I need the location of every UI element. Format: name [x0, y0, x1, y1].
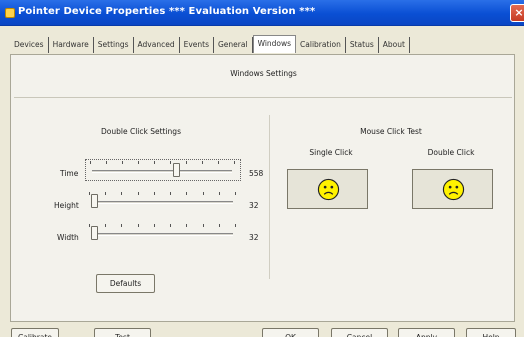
slider-tick [186, 224, 188, 227]
time-label: Time [60, 169, 79, 178]
tab-windows[interactable]: Windows [252, 35, 297, 53]
tab-hardware[interactable]: Hardware [49, 37, 94, 53]
tab-about[interactable]: About [379, 37, 410, 53]
slider-tick [202, 161, 203, 164]
tab-advanced[interactable]: Advanced [134, 37, 180, 53]
title-divider [14, 97, 512, 98]
slider-tick [153, 224, 155, 227]
slider-tick [218, 161, 219, 164]
slider-tick [138, 161, 139, 164]
width-slider-track [91, 233, 233, 236]
defaults-button[interactable]: Defaults [96, 274, 155, 293]
frown-face-icon [442, 178, 465, 201]
slider-tick [170, 161, 171, 164]
slider-tick [218, 192, 220, 195]
slider-tick [153, 192, 155, 195]
slider-tick [137, 224, 139, 227]
frown-face-icon [317, 178, 340, 201]
slider-tick [89, 224, 90, 227]
height-slider-track [91, 201, 233, 204]
time-slider[interactable] [85, 159, 241, 181]
height-value: 32 [249, 201, 259, 210]
page-title: Windows Settings [230, 69, 297, 78]
width-slider-ticks [89, 224, 236, 227]
slider-tick [202, 224, 204, 227]
tab-strip: Devices Hardware Settings Advanced Event… [10, 35, 515, 53]
slider-tick [234, 161, 235, 164]
tab-status[interactable]: Status [346, 37, 379, 53]
slider-tick [90, 161, 91, 164]
time-slider-track [92, 170, 232, 173]
tab-events[interactable]: Events [180, 37, 214, 53]
tab-devices[interactable]: Devices [10, 37, 49, 53]
slider-tick [122, 161, 123, 164]
slider-tick [121, 224, 123, 227]
slider-tick [186, 161, 187, 164]
mouse-click-test-title: Mouse Click Test [360, 127, 422, 136]
tab-general[interactable]: General [214, 37, 253, 53]
time-slider-ticks [90, 161, 235, 164]
width-value: 32 [249, 233, 259, 242]
single-click-label: Single Click [309, 148, 353, 157]
height-label: Height [54, 201, 79, 210]
slider-tick [235, 192, 236, 195]
cancel-button[interactable]: Cancel [331, 328, 388, 337]
slider-tick [137, 192, 139, 195]
slider-tick [105, 224, 107, 227]
tab-calibration[interactable]: Calibration [296, 37, 346, 53]
window-title: Pointer Device Properties *** Evaluation… [18, 6, 316, 17]
slider-tick [186, 192, 188, 195]
slider-tick [106, 161, 107, 164]
width-label: Width [57, 233, 79, 242]
title-bar: Pointer Device Properties *** Evaluation… [0, 0, 524, 26]
ok-button[interactable]: OK [262, 328, 319, 337]
width-slider[interactable] [85, 223, 241, 245]
slider-tick [170, 192, 172, 195]
help-button[interactable]: Help [466, 328, 516, 337]
slider-tick [170, 224, 172, 227]
slider-tick [202, 192, 204, 195]
slider-tick [218, 224, 220, 227]
slider-tick [121, 192, 123, 195]
slider-tick [89, 192, 90, 195]
double-click-test-button[interactable] [412, 169, 493, 209]
double-click-settings-title: Double Click Settings [101, 127, 181, 136]
slider-tick [105, 192, 107, 195]
windows-tab-page: Windows Settings Double Click Settings T… [10, 54, 515, 322]
calibrate-button[interactable]: Calibrate [11, 328, 59, 337]
test-button[interactable]: Test [94, 328, 151, 337]
time-slider-thumb[interactable] [173, 163, 181, 177]
apply-button[interactable]: Apply [398, 328, 455, 337]
slider-tick [235, 224, 236, 227]
time-value: 558 [249, 169, 264, 178]
single-click-test-button[interactable] [287, 169, 368, 209]
height-slider-thumb[interactable] [91, 194, 98, 208]
width-slider-thumb[interactable] [91, 226, 98, 240]
double-click-label: Double Click [427, 148, 475, 157]
slider-tick [154, 161, 155, 164]
height-slider[interactable] [85, 191, 241, 213]
close-button[interactable]: × [510, 4, 524, 22]
height-slider-ticks [89, 192, 236, 195]
app-icon [5, 8, 15, 18]
tab-settings[interactable]: Settings [94, 37, 134, 53]
section-divider [269, 115, 270, 279]
